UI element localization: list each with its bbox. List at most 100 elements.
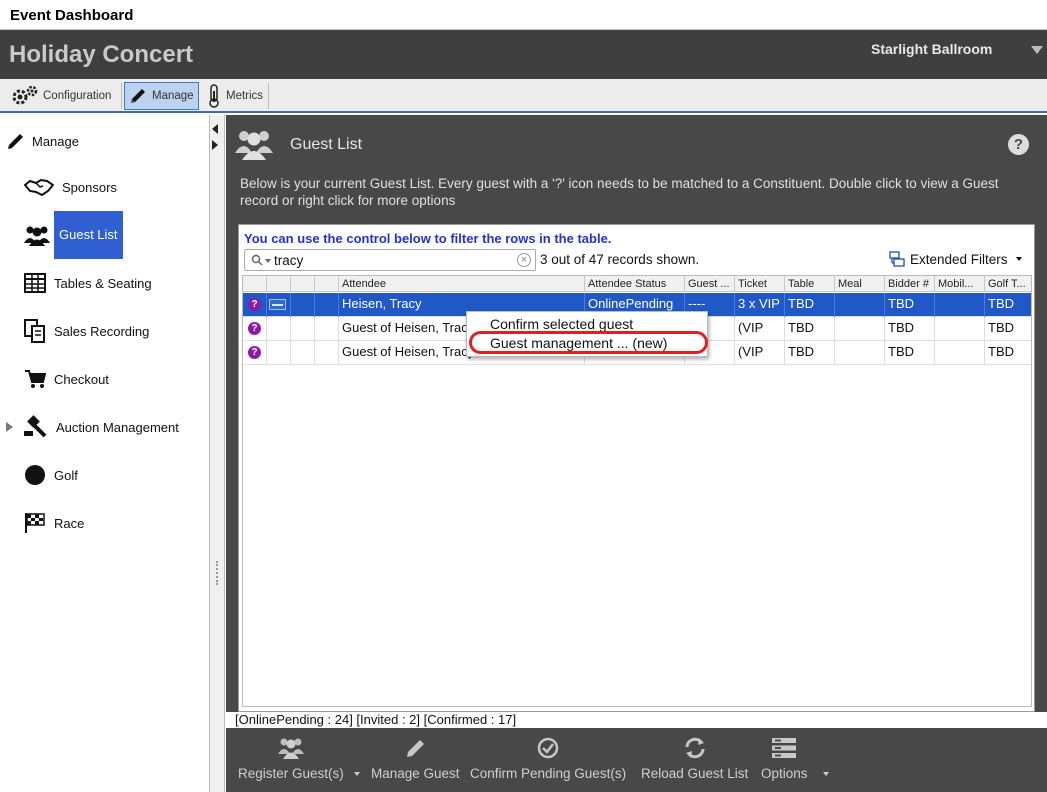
confirm-pending-button[interactable]: Confirm Pending Guest(s) [470,736,626,781]
search-input[interactable]: tracy × [244,249,536,271]
search-options-icon[interactable] [265,259,271,263]
sidebar-item-golf[interactable]: Golf [24,463,80,487]
golf-ball-icon [25,465,45,485]
mobile-cell [935,293,985,317]
meal-cell [835,341,885,365]
filter-icon [889,251,905,267]
column-header-status[interactable]: Attendee Status [585,276,685,292]
sidebar-item-checkout[interactable]: Checkout [24,367,111,391]
sidebar-item-guest-list[interactable]: Guest List [24,211,123,259]
manage-label: Manage [152,90,194,102]
reload-guest-list-button[interactable]: Reload Guest List [641,736,748,781]
question-icon: ? [248,298,261,311]
register-dropdown-icon[interactable] [354,772,360,776]
toolbar-divider [121,83,122,109]
sidebar-item-label: Sponsors [62,179,117,195]
column-header[interactable] [315,276,339,292]
sidebar-item-tables-seating[interactable]: Tables & Seating [24,271,154,295]
column-header-mobile[interactable]: Mobil... [935,276,985,292]
question-icon: ? [248,322,261,335]
configuration-tab[interactable]: Configuration [8,82,115,110]
sidebar-item-label: Golf [54,467,78,483]
column-header-bidder[interactable]: Bidder # [885,276,935,292]
sidebar-item-label: Checkout [54,371,109,387]
metrics-tab[interactable]: Metrics [203,82,267,110]
column-header[interactable] [291,276,315,292]
sidebar-heading-label: Manage [32,133,79,149]
pencil-icon [8,134,23,149]
venue-selector[interactable]: Starlight Ballroom [871,41,992,57]
expand-right-icon[interactable] [212,140,218,150]
mobile-cell [935,317,985,341]
sidebar-splitter[interactable] [210,115,225,792]
row-cell [267,317,291,341]
confirm-selected-guest-item[interactable]: Confirm selected guest [490,316,633,332]
ticket-cell: (VIP [735,317,785,341]
column-header[interactable] [267,276,291,292]
row-cell [315,341,339,365]
row-status-cell: ? [243,341,267,365]
manage-tab[interactable]: Manage [124,82,199,110]
bidder-cell: TBD [885,317,935,341]
column-header-meal[interactable]: Meal [835,276,885,292]
check-circle-icon [537,737,559,759]
documents-icon [24,319,45,343]
extended-filters-label: Extended Filters [910,251,1008,267]
pencil-icon [131,89,145,103]
collapse-left-icon[interactable] [212,124,218,134]
filter-hint: You can use the control below to filter … [244,231,612,246]
table-cell: TBD [785,341,835,365]
column-header[interactable] [243,276,267,292]
page-title: Guest List [290,136,363,153]
meal-cell [835,293,885,317]
column-header-attendee[interactable]: Attendee [339,276,585,292]
ticket-cell: 3 x VIP [735,293,785,317]
clear-search-icon[interactable]: × [517,253,531,267]
sidebar-item-sponsors[interactable]: Sponsors [24,175,119,199]
column-header-ticket[interactable]: Ticket [735,276,785,292]
refresh-icon [685,737,705,759]
sidebar-heading[interactable]: Manage [6,131,79,151]
manage-guest-label: Manage Guest [371,766,460,781]
bidder-cell: TBD [885,293,935,317]
manage-guest-button[interactable]: Manage Guest [371,736,460,781]
sidebar-item-sales-recording[interactable]: Sales Recording [24,319,151,343]
venue-dropdown-icon[interactable] [1031,46,1043,54]
row-card-cell [267,293,291,317]
extended-filters-button[interactable]: Extended Filters [889,251,1022,267]
column-header-golf[interactable]: Golf T... [985,276,1031,292]
confirm-pending-label: Confirm Pending Guest(s) [470,766,627,781]
splitter-grip[interactable] [216,561,218,585]
sidebar-item-auction-management[interactable]: Auction Management [24,415,181,439]
event-title: Holiday Concert [9,41,194,68]
sidebar-item-label: Sales Recording [54,323,150,339]
credit-card-icon [269,299,286,310]
help-icon[interactable]: ? [1008,134,1029,155]
search-icon [251,254,263,266]
column-header-table[interactable]: Table [785,276,835,292]
auction-expand-icon[interactable] [6,422,13,432]
sidebar: Manage Sponsors Guest List Tables & Seat… [0,115,210,792]
meal-cell [835,317,885,341]
options-dropdown-icon[interactable] [823,772,829,776]
guest-list-panel: Guest List ? Below is your current Guest… [226,115,1047,792]
bidder-cell: TBD [885,341,935,365]
search-value[interactable]: tracy [274,253,303,268]
sidebar-item-label: Auction Management [56,419,179,435]
guest-table-panel: You can use the control below to filter … [238,224,1035,712]
row-cell [291,293,315,317]
cart-icon [25,370,46,388]
column-header-guest[interactable]: Guest ... [685,276,735,292]
golf-cell: TBD [985,293,1031,317]
table-cell: TBD [785,317,835,341]
row-status-cell: ? [243,317,267,341]
metrics-label: Metrics [226,90,264,102]
options-button[interactable]: Options [761,736,808,781]
sidebar-item-race[interactable]: Race [24,511,86,535]
thermometer-icon [209,84,219,108]
event-header: Holiday Concert Starlight Ballroom [0,30,1047,79]
sidebar-item-label: Tables & Seating [54,275,152,291]
gavel-icon [24,415,47,438]
register-guest-button[interactable]: Register Guest(s) [238,736,344,781]
row-cell [315,293,339,317]
